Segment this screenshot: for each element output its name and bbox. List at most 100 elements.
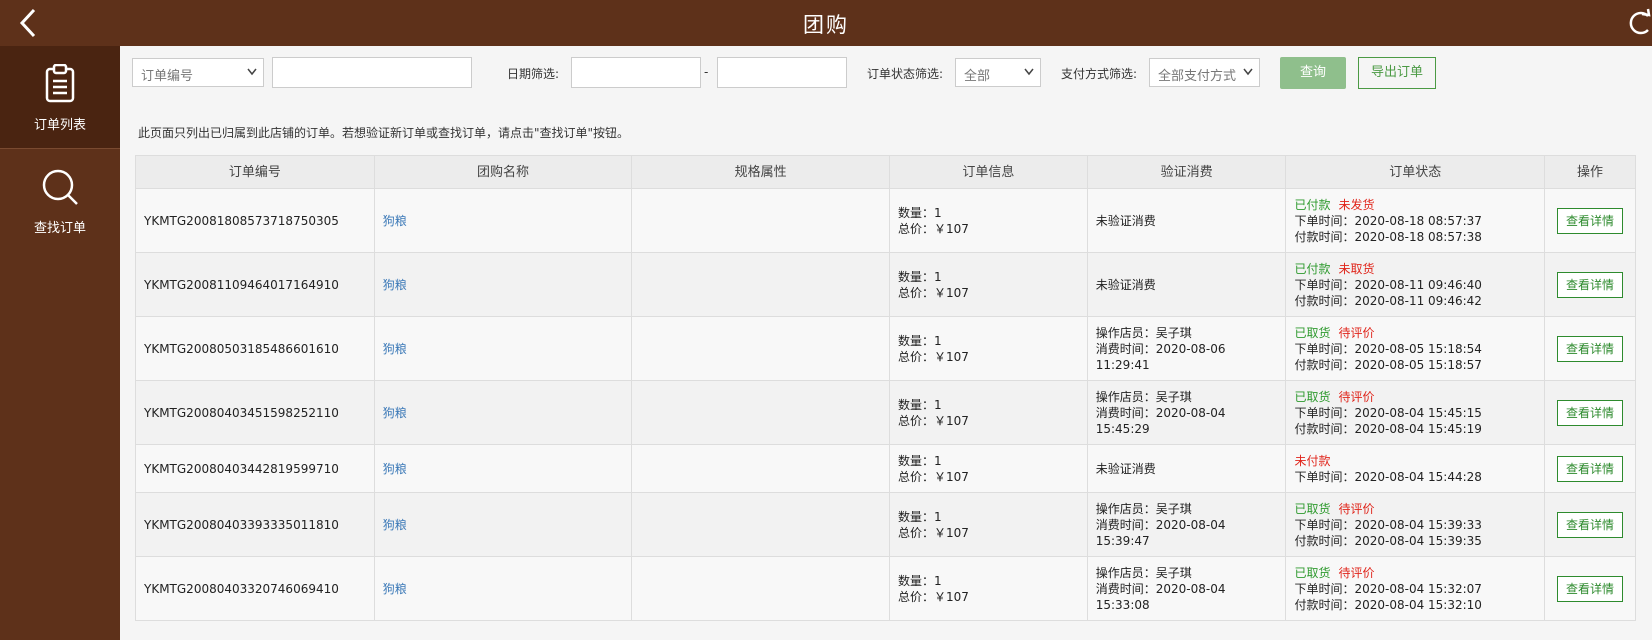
sidebar: 订单列表 查找订单 <box>0 46 120 640</box>
quantity: 数量：1 <box>898 333 942 348</box>
payment-status: 已取货 <box>1294 389 1331 404</box>
table-row: YKMTG20080403320746069410 狗粮 数量：1 总价：￥107 操作… <box>136 557 1635 621</box>
query-button[interactable]: 查询 <box>1280 57 1346 89</box>
chevron-down-icon <box>1243 68 1253 76</box>
date-separator: - <box>704 65 709 79</box>
view-details-button[interactable]: 查看详情 <box>1557 455 1624 482</box>
group-buy-name-link[interactable]: 狗粮 <box>383 581 624 597</box>
order-number: YKMTG20081109464017164910 <box>144 277 339 292</box>
table-row: YKMTG20081109464017164910 狗粮 数量：1 总价：￥107 未验… <box>136 253 1635 317</box>
status-line: 已取货 待评价 <box>1294 325 1536 341</box>
clipboard-icon <box>45 64 75 103</box>
column-header: 订单状态 <box>1286 156 1546 188</box>
sidebar-item-find-order[interactable]: 查找订单 <box>0 149 120 252</box>
order-time: 下单时间：2020-08-04 15:32:07 <box>1294 581 1482 596</box>
verify-text: 操作店员：吴子琪 <box>1095 501 1192 516</box>
group-buy-name-link[interactable]: 狗粮 <box>383 277 624 293</box>
order-number: YKMTG20080403442819599710 <box>144 461 339 476</box>
table-row: YKMTG20080403451598252110 狗粮 数量：1 总价：￥107 操作… <box>136 381 1635 445</box>
sidebar-item-label: 订单列表 <box>33 118 86 133</box>
quantity: 数量：1 <box>898 269 942 284</box>
total-price: 总价：￥107 <box>898 413 969 428</box>
verify-text: 未验证消费 <box>1095 213 1156 228</box>
pay-time: 付款时间：2020-08-05 15:18:57 <box>1294 357 1482 372</box>
verify-text: 操作店员：吴子琪 <box>1095 389 1192 404</box>
status-line: 未付款 <box>1294 453 1536 469</box>
payment-status: 未付款 <box>1294 453 1331 468</box>
payment-status: 已取货 <box>1294 565 1331 580</box>
status-filter-label: 订单状态筛选: <box>867 67 944 81</box>
fulfillment-status: 未取货 <box>1338 261 1375 276</box>
date-to-input[interactable] <box>717 57 847 88</box>
pay-time: 付款时间：2020-08-04 15:39:35 <box>1294 533 1482 548</box>
orders-table: 订单编号 团购名称 规格属性 订单信息 验证消费 订单状态 操作 YKMTG20… <box>135 155 1636 621</box>
refresh-icon[interactable] <box>1626 8 1652 38</box>
total-price: 总价：￥107 <box>898 525 969 540</box>
table-row: YKMTG20081808573718750305 狗粮 数量：1 总价：￥107 未验… <box>136 189 1635 253</box>
order-type-select[interactable]: 订单编号 <box>132 58 264 87</box>
table-row: YKMTG20080503185486601610 狗粮 数量：1 总价：￥107 操作… <box>136 317 1635 381</box>
verify-text: 操作店员：吴子琪 <box>1095 565 1192 580</box>
verify-text: 消费时间：2020-08-04 15:45:29 <box>1095 405 1226 436</box>
status-line: 已取货 待评价 <box>1294 565 1536 581</box>
group-buy-name-link[interactable]: 狗粮 <box>383 461 624 477</box>
column-header: 团购名称 <box>375 156 633 188</box>
quantity: 数量：1 <box>898 397 942 412</box>
order-number: YKMTG20080503185486601610 <box>144 341 339 356</box>
group-buy-name-link[interactable]: 狗粮 <box>383 213 624 229</box>
order-number-input[interactable] <box>272 57 472 88</box>
status-line: 已付款 未发货 <box>1294 197 1536 213</box>
total-price: 总价：￥107 <box>898 469 969 484</box>
status-line: 已付款 未取货 <box>1294 261 1536 277</box>
view-details-button[interactable]: 查看详情 <box>1557 207 1624 234</box>
view-details-button[interactable]: 查看详情 <box>1557 575 1624 602</box>
pay-time: 付款时间：2020-08-04 15:32:10 <box>1294 597 1482 612</box>
fulfillment-status: 待评价 <box>1338 501 1375 516</box>
status-select[interactable]: 全部 <box>955 58 1041 87</box>
table-row: YKMTG20080403442819599710 狗粮 数量：1 总价：￥107 未验… <box>136 445 1635 493</box>
fulfillment-status: 未发货 <box>1338 197 1375 212</box>
search-icon <box>42 169 78 205</box>
order-time: 下单时间：2020-08-04 15:39:33 <box>1294 517 1482 532</box>
date-filter-label: 日期筛选: <box>507 67 560 81</box>
group-buy-name-link[interactable]: 狗粮 <box>383 405 624 421</box>
payment-select[interactable]: 全部支付方式 <box>1149 58 1260 87</box>
order-time: 下单时间：2020-08-04 15:44:28 <box>1294 469 1482 484</box>
payment-status: 已取货 <box>1294 325 1331 340</box>
order-time: 下单时间：2020-08-18 08:57:37 <box>1294 213 1482 228</box>
payment-filter-label: 支付方式筛选: <box>1061 67 1138 81</box>
chevron-down-icon <box>1024 68 1034 76</box>
group-buy-name-link[interactable]: 狗粮 <box>383 517 624 533</box>
sidebar-item-label: 查找订单 <box>33 221 86 236</box>
view-details-button[interactable]: 查看详情 <box>1557 271 1624 298</box>
pay-time: 付款时间：2020-08-11 09:46:42 <box>1294 293 1482 308</box>
fulfillment-status: 待评价 <box>1338 389 1375 404</box>
sidebar-item-order-list[interactable]: 订单列表 <box>0 46 120 149</box>
verify-text: 消费时间：2020-08-06 11:29:41 <box>1095 341 1226 372</box>
fulfillment-status: 待评价 <box>1338 325 1375 340</box>
verify-text: 操作店员：吴子琪 <box>1095 325 1192 340</box>
order-time: 下单时间：2020-08-11 09:46:40 <box>1294 277 1482 292</box>
main-content: 订单编号 日期筛选: - 订单状态筛选: 全部 支付方式筛选: 全部支付方式 查… <box>120 46 1652 640</box>
export-orders-button[interactable]: 导出订单 <box>1358 57 1436 89</box>
total-price: 总价：￥107 <box>898 285 969 300</box>
order-number: YKMTG20080403451598252110 <box>144 405 339 420</box>
verify-text: 消费时间：2020-08-04 15:33:08 <box>1095 581 1226 612</box>
pay-time: 付款时间：2020-08-18 08:57:38 <box>1294 229 1482 244</box>
total-price: 总价：￥107 <box>898 221 969 236</box>
fulfillment-status: 待评价 <box>1338 565 1375 580</box>
quantity: 数量：1 <box>898 205 942 220</box>
order-time: 下单时间：2020-08-05 15:18:54 <box>1294 341 1482 356</box>
total-price: 总价：￥107 <box>898 349 969 364</box>
status-line: 已取货 待评价 <box>1294 501 1536 517</box>
verify-text: 未验证消费 <box>1095 461 1156 476</box>
payment-status: 已取货 <box>1294 501 1331 516</box>
view-details-button[interactable]: 查看详情 <box>1557 335 1624 362</box>
group-buy-name-link[interactable]: 狗粮 <box>383 341 624 357</box>
quantity: 数量：1 <box>898 509 942 524</box>
view-details-button[interactable]: 查看详情 <box>1557 511 1624 538</box>
total-price: 总价：￥107 <box>898 589 969 604</box>
table-header: 订单编号 团购名称 规格属性 订单信息 验证消费 订单状态 操作 <box>136 156 1635 189</box>
view-details-button[interactable]: 查看详情 <box>1557 399 1624 426</box>
date-from-input[interactable] <box>571 57 701 88</box>
